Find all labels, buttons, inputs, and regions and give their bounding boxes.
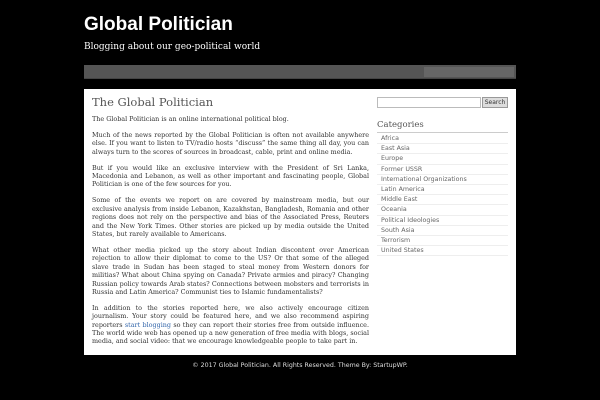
category-link[interactable]: East Asia — [377, 144, 508, 155]
category-link[interactable]: South Asia — [377, 226, 508, 237]
categories-list: Africa East Asia Europe Former USSR Inte… — [377, 134, 508, 257]
site-title[interactable]: Global Politician — [84, 14, 233, 36]
category-link[interactable]: Former USSR — [377, 165, 508, 175]
post-paragraph: In addition to the stories reported here… — [92, 304, 369, 346]
category-link[interactable]: Latin America — [377, 185, 508, 196]
post-title: The Global Politician — [92, 95, 214, 109]
post-paragraph: The Global Politician is an online inter… — [92, 115, 289, 123]
start-blogging-link[interactable]: start blogging — [125, 321, 171, 329]
search-button[interactable]: Search — [482, 97, 508, 108]
post-body: The Global Politician is an online inter… — [92, 115, 369, 346]
nav-bar — [84, 65, 516, 79]
sidebar: Search Categories Africa East Asia Europ… — [377, 97, 508, 257]
category-link[interactable]: Terrorism — [377, 236, 508, 247]
post-paragraph: But if you would like an exclusive inter… — [92, 163, 369, 189]
site-tagline: Blogging about our geo-political world — [84, 42, 261, 52]
post-paragraph: What other media picked up the story abo… — [92, 245, 369, 296]
main-column: The Global Politician The Global Politic… — [92, 95, 369, 353]
content-area: The Global Politician The Global Politic… — [84, 89, 516, 355]
category-link[interactable]: United States — [377, 246, 508, 257]
category-link[interactable]: Oceania — [377, 205, 508, 216]
category-link[interactable]: International Organizations — [377, 175, 508, 186]
category-link[interactable]: Europe — [377, 154, 508, 165]
post-paragraph: Some of the events we report on are cove… — [92, 196, 369, 238]
search-form: Search — [377, 97, 508, 108]
nav-search-box[interactable] — [424, 67, 514, 77]
category-link[interactable]: Middle East — [377, 195, 508, 206]
search-input[interactable] — [377, 97, 481, 108]
category-link[interactable]: Africa — [377, 134, 508, 145]
category-link[interactable]: Political Ideologies — [377, 216, 508, 226]
categories-heading: Categories — [377, 120, 508, 133]
footer-text: © 2017 Global Politician. All Rights Res… — [192, 362, 408, 369]
post-paragraph: Much of the news reported by the Global … — [92, 130, 369, 156]
